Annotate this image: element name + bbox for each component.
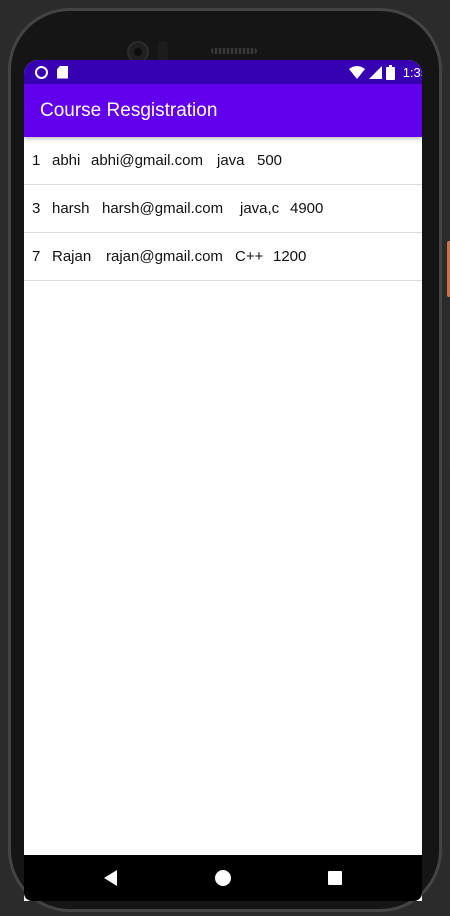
registration-fee: 4900 xyxy=(290,200,324,217)
registration-name: abhi xyxy=(52,152,81,169)
registration-email: abhi@gmail.com xyxy=(91,152,203,169)
sync-ring-icon xyxy=(35,65,48,79)
status-time: 1:35 xyxy=(402,64,422,80)
battery-icon xyxy=(385,64,395,80)
registration-course: java xyxy=(217,152,245,169)
app-title: Course Resgistration xyxy=(40,100,218,121)
sd-card-icon xyxy=(57,65,68,79)
registration-name: Rajan xyxy=(52,248,92,265)
status-system-icons: 1:35 xyxy=(348,64,422,80)
list-item[interactable]: 1 abhi abhi@gmail.com java 500 xyxy=(24,137,422,185)
app-bar: Course Resgistration xyxy=(24,84,422,137)
registration-email: rajan@gmail.com xyxy=(106,248,223,265)
earpiece-speaker xyxy=(211,48,257,54)
camera-lens xyxy=(134,48,142,56)
registration-fee: 500 xyxy=(257,152,283,169)
list-item[interactable]: 3 harsh harsh@gmail.com java,c 4900 xyxy=(24,185,422,233)
signal-icon xyxy=(368,65,382,79)
registration-fee: 1200 xyxy=(273,248,307,265)
list-item[interactable]: 7 Rajan rajan@gmail.com C++ 1200 xyxy=(24,233,422,281)
registration-list: 1 abhi abhi@gmail.com java 500 3 harsh h… xyxy=(24,137,422,281)
registration-id: 1 xyxy=(32,152,41,169)
home-icon[interactable] xyxy=(215,870,231,886)
registration-id: 3 xyxy=(32,200,41,217)
registration-id: 7 xyxy=(32,248,41,265)
registration-email: harsh@gmail.com xyxy=(102,200,224,217)
wifi-icon xyxy=(348,65,365,79)
registration-course: java,c xyxy=(240,200,280,217)
status-bar: 1:35 xyxy=(24,60,422,84)
registration-course: C++ xyxy=(235,248,264,265)
screen: 1:35 Course Resgistration 1 abhi abhi@gm… xyxy=(24,60,422,901)
navigation-bar xyxy=(24,855,422,901)
registration-name: harsh xyxy=(52,200,90,217)
back-icon[interactable] xyxy=(104,870,117,886)
status-notifications xyxy=(35,65,68,79)
recents-icon[interactable] xyxy=(328,871,342,885)
